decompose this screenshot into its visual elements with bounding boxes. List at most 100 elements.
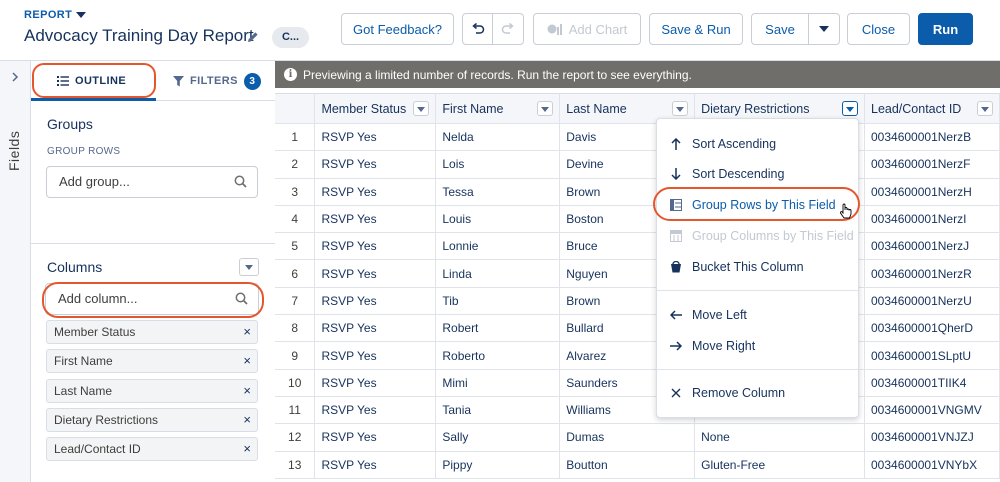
menu-item-label: Sort Descending	[692, 167, 785, 181]
table-row[interactable]: 2 RSVP Yes Lois Devine 0034600001NerzF	[275, 150, 1000, 179]
undo-button[interactable]	[462, 13, 493, 45]
row-number: 1	[275, 123, 316, 152]
table-cell: Tessa	[435, 178, 561, 206]
menu-item-remove-column[interactable]: Remove Column	[657, 378, 860, 408]
table-row[interactable]: 13 RSVP Yes Pippy Boutton Gluten-Free 0034600…	[275, 451, 1000, 479]
save-run-button[interactable]: Save & Run	[649, 13, 743, 45]
remove-icon[interactable]: ×	[243, 321, 251, 343]
column-chip-last-name[interactable]: Last Name ×	[46, 379, 258, 403]
column-header-label: Dietary Restrictions	[701, 101, 810, 116]
table-row[interactable]: 10 RSVP Yes Mimi Saunders 0034600001TIIK4	[275, 369, 1000, 397]
chevron-right-icon[interactable]	[11, 72, 19, 82]
table-cell: RSVP Yes	[314, 232, 437, 261]
chevron-down-icon	[541, 107, 550, 112]
table-row[interactable]: 1 RSVP Yes Nelda Davis 0034600001NerzB	[275, 123, 1000, 152]
column-menu-button[interactable]	[977, 101, 993, 116]
group-columns-icon	[670, 230, 682, 242]
row-number: 4	[275, 205, 316, 234]
column-menu-button[interactable]	[842, 101, 858, 116]
add-chart-button[interactable]: Add Chart	[533, 13, 641, 45]
table-cell: RSVP Yes	[314, 123, 437, 152]
column-header[interactable]: Lead/Contact ID	[864, 93, 1000, 124]
pencil-icon[interactable]	[247, 31, 259, 43]
close-button[interactable]: Close	[847, 13, 910, 45]
menu-item-move-right[interactable]: Move Right	[657, 331, 860, 361]
column-menu-button[interactable]	[537, 101, 554, 116]
table-cell: Sally	[435, 423, 561, 452]
table-cell: RSVP Yes	[314, 396, 437, 425]
report-status-pill[interactable]: C...	[272, 27, 309, 48]
remove-icon[interactable]: ×	[243, 380, 251, 402]
column-header[interactable]: Member Status	[314, 93, 437, 124]
menu-item-label: Bucket This Column	[692, 260, 804, 274]
table-cell: 0034600001VNYbX	[864, 451, 1000, 479]
table-cell: Lonnie	[435, 232, 561, 261]
menu-item-label: Sort Ascending	[692, 137, 777, 151]
run-button[interactable]: Run	[918, 13, 973, 45]
save-button[interactable]: Save	[751, 13, 809, 45]
menu-item-move-left[interactable]: Move Left	[657, 300, 860, 330]
table-row[interactable]: 9 RSVP Yes Roberto Alvarez 0034600001SLptU	[275, 341, 1000, 370]
menu-item-label: Move Left	[692, 308, 747, 322]
columns-section: Columns Add column... Member Status × Fi…	[31, 244, 275, 482]
undo-icon	[471, 22, 485, 36]
report-preview: i Previewing a limited number of records…	[275, 61, 1000, 482]
column-chip-label: Member Status	[54, 325, 136, 339]
column-menu-button[interactable]	[413, 101, 430, 116]
column-header[interactable]: First Name	[435, 93, 561, 124]
table-cell: RSVP Yes	[314, 423, 437, 452]
table-row[interactable]: 11 RSVP Yes Tania Williams 0034600001VNGMV	[275, 396, 1000, 425]
menu-item-bucket-column[interactable]: Bucket This Column	[657, 252, 860, 282]
table-cell: RSVP Yes	[314, 314, 437, 343]
arrow-up-icon	[670, 138, 682, 150]
report-header: REPORT Advocacy Training Day Report C...…	[0, 0, 1000, 61]
preview-banner-text: Previewing a limited number of records. …	[303, 67, 692, 82]
table-cell: RSVP Yes	[314, 451, 437, 479]
column-menu-button[interactable]	[672, 101, 689, 116]
row-number: 9	[275, 341, 316, 370]
table-cell: Robert	[435, 314, 561, 343]
add-group-placeholder: Add group...	[59, 174, 130, 189]
table-cell: 0034600001VNGMV	[864, 396, 1000, 425]
add-group-input[interactable]: Add group...	[46, 166, 258, 198]
remove-icon[interactable]: ×	[243, 350, 251, 372]
menu-item-sort-descending[interactable]: Sort Descending	[657, 159, 860, 189]
save-menu-button[interactable]	[808, 13, 840, 45]
remove-icon[interactable]: ×	[243, 438, 251, 460]
menu-item-sort-ascending[interactable]: Sort Ascending	[657, 129, 860, 159]
info-icon: i	[284, 68, 297, 81]
table-cell: 0034600001NerzR	[864, 259, 1000, 288]
report-table: Member Status First Name Last Name Dieta…	[275, 93, 1000, 479]
table-row[interactable]: 12 RSVP Yes Sally Dumas None 0034600001VNJZJ	[275, 423, 1000, 452]
column-chip-member-status[interactable]: Member Status ×	[46, 320, 258, 344]
table-row[interactable]: 6 RSVP Yes Linda Nguyen 0034600001NerzR	[275, 259, 1000, 288]
caret-down-icon	[76, 12, 87, 18]
column-chip-first-name[interactable]: First Name ×	[46, 349, 258, 373]
remove-icon[interactable]: ×	[243, 409, 251, 431]
table-cell: RSVP Yes	[314, 205, 437, 234]
filters-count-badge: 3	[243, 72, 261, 90]
feedback-button[interactable]: Got Feedback?	[341, 13, 454, 45]
column-chip-lead-contact-id[interactable]: Lead/Contact ID ×	[46, 437, 258, 461]
report-type-menu[interactable]: REPORT	[24, 9, 87, 21]
menu-divider	[657, 290, 860, 291]
tab-filters[interactable]: FILTERS 3	[173, 61, 261, 101]
columns-menu-button[interactable]	[239, 258, 259, 276]
groups-section: Groups GROUP ROWS Add group...	[31, 101, 275, 244]
table-row[interactable]: 8 RSVP Yes Robert Bullard 0034600001QherD	[275, 314, 1000, 343]
arrow-down-icon	[670, 168, 682, 180]
menu-item-group-columns[interactable]: Group Columns by This Field	[657, 221, 860, 251]
redo-button[interactable]	[492, 13, 524, 45]
table-row[interactable]: 7 RSVP Yes Tib Brown 0034600001NerzU	[275, 287, 1000, 316]
search-icon	[234, 175, 247, 188]
row-number: 3	[275, 178, 316, 206]
table-row[interactable]: 3 RSVP Yes Tessa Brown 0034600001NerzH	[275, 178, 1000, 206]
column-header-label: Last Name	[566, 101, 627, 116]
column-chip-dietary-restrictions[interactable]: Dietary Restrictions ×	[46, 408, 258, 432]
column-header-label: Member Status	[321, 101, 407, 116]
table-row[interactable]: 4 RSVP Yes Louis Boston 0034600001NerzI	[275, 205, 1000, 234]
column-chip-label: Dietary Restrictions	[54, 413, 159, 427]
bucket-icon	[670, 261, 682, 273]
table-row[interactable]: 5 RSVP Yes Lonnie Bruce 0034600001NerzJ	[275, 232, 1000, 261]
fields-rail[interactable]: Fields	[0, 61, 31, 482]
